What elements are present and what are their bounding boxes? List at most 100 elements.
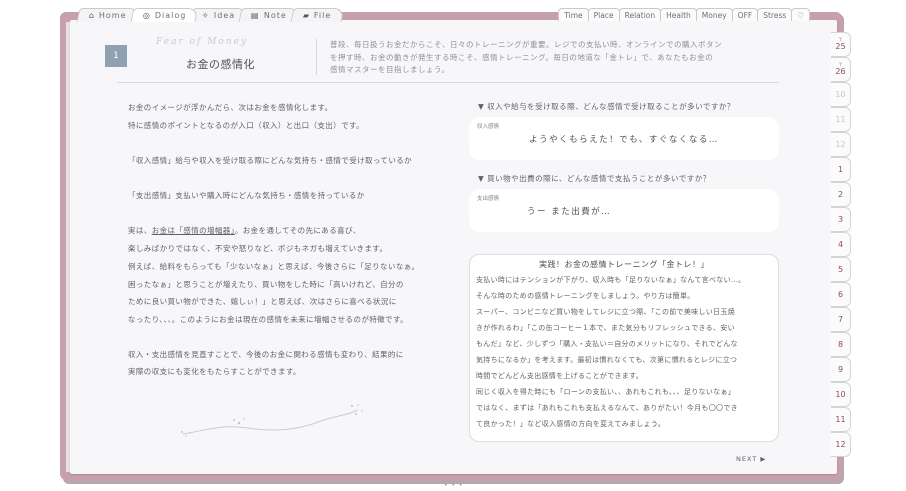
page-dots: • • • xyxy=(444,482,464,489)
expense-emotion-text: 「支出感情」支払いや購入時にどんな気持ち・感情を持っているか xyxy=(128,191,365,200)
body-text: 実は、お金は「感情の増幅器」。お金を通してその先にある喜び、 xyxy=(128,225,361,236)
index-tab[interactable]: 3 xyxy=(831,207,851,232)
header-rule xyxy=(117,82,779,83)
practice-line: ではなく、まずは「あれもこれも支払えるなんて、ありがたい！今月も〇〇でき xyxy=(476,404,738,412)
underlined-text: お金は「感情の増幅器」 xyxy=(151,226,235,235)
description-line: 感情マスターを目指しましょう。 xyxy=(330,65,450,74)
practice-line: て良かった！」など収入感情の方向を変えてみましょう。 xyxy=(476,420,666,428)
expense-answer-value: うー また出費が… xyxy=(527,207,612,217)
index-tab-label: 6 xyxy=(837,289,844,299)
index-tab-label: 11 xyxy=(835,414,846,424)
index-tab[interactable]: 8 xyxy=(831,332,851,357)
tab-off[interactable]: OFF xyxy=(731,8,759,21)
index-tab-label: 3 xyxy=(837,214,844,224)
index-tab[interactable]: 1 xyxy=(831,157,851,182)
index-tab[interactable]: Y 26 xyxy=(831,57,851,82)
page-title: お金の感情化 xyxy=(186,58,255,71)
tab-place[interactable]: Place xyxy=(587,8,620,21)
house-icon: ⌂ xyxy=(88,11,95,20)
index-tab-label: 25 xyxy=(835,42,846,51)
practice-line: 同じく収入を得た時にも「ローンの支払い、、あれもこれも、、、足りないなぁ」 xyxy=(476,388,736,396)
index-tab[interactable]: 4 xyxy=(831,232,851,257)
practice-line: スーパー、コンビニなど買い物をしてレジに立つ際、「この前で美味しい日玉焼 xyxy=(476,308,735,316)
heart-icon: ♡ xyxy=(797,10,804,20)
practice-card: 実践！お金の感情トレーニング「金トレ！」 支払い時にはテンションが下がり、収入時… xyxy=(469,254,779,442)
tab-label: Home xyxy=(98,11,127,20)
next-button[interactable]: NEXT ▶ xyxy=(736,455,766,463)
tab-heart[interactable]: ♡ xyxy=(791,8,810,21)
tab-dialog[interactable]: ◎ Dialog xyxy=(130,8,199,22)
text-span: 実は、 xyxy=(128,226,152,235)
index-tab-label: 10 xyxy=(835,389,846,399)
index-tab[interactable]: 6 xyxy=(831,282,851,307)
index-tab[interactable]: Y 25 xyxy=(831,32,851,57)
practice-title: 実践！お金の感情トレーニング「金トレ！」 xyxy=(539,260,709,269)
body-text: 例えば、給料をもらっても「少ないなぁ」と思えば、今後さらに「足りないなぁ。 xyxy=(128,262,420,271)
field-label: 支出感情 xyxy=(477,196,500,202)
income-answer-value: ようやくもらえた！でも、すぐなくなる… xyxy=(529,135,719,145)
tab-label: Note xyxy=(263,11,287,20)
index-tab[interactable]: 9 xyxy=(831,357,851,382)
body-text: 困ったなぁ」と思うことが増えたり、買い物をした時に「高いけれど、自分の xyxy=(128,280,404,289)
category-tabs: Time Place Relation Health Money OFF Str… xyxy=(558,8,810,21)
expense-question: ▼ 買い物や出費の際に、どんな感情で支払うことが多いですか？ xyxy=(478,174,711,183)
folder-icon: ▰ xyxy=(302,11,310,20)
body-text: お金のイメージが浮かんだら、次はお金を感情化します。 xyxy=(128,103,333,112)
index-tab[interactable]: 12 xyxy=(831,432,851,457)
index-tab[interactable]: 10 xyxy=(831,382,851,407)
index-tab-label: 11 xyxy=(835,114,846,124)
expense-answer-field[interactable]: 支出感情 うー また出費が… xyxy=(469,189,779,232)
tab-money[interactable]: Money xyxy=(695,8,733,21)
tab-label: File xyxy=(313,11,332,20)
practice-line: 気持ちになるか」を考えます。最初は慣れなくても、次第に慣れるとレジに立つ xyxy=(476,356,738,364)
index-tab[interactable]: 10 xyxy=(831,82,851,107)
description-line: 普段、毎日扱うお金だからこそ、日々のトレーニングが重要。レジでの支払い時、オンラ… xyxy=(330,40,722,49)
field-label: 収入感情 xyxy=(477,124,500,130)
tab-stress[interactable]: Stress xyxy=(757,8,793,21)
index-tab-label: 26 xyxy=(835,67,846,76)
index-tab[interactable]: 11 xyxy=(831,107,851,132)
index-tab[interactable]: 11 xyxy=(831,407,851,432)
body-text: 特に感情のポイントとなるのが入口（収入）と出口（支出）です。 xyxy=(128,121,365,130)
sparkle-flourish xyxy=(181,404,363,437)
income-answer-field[interactable]: 収入感情 ようやくもらえた！でも、すぐなくなる… xyxy=(469,117,779,160)
practice-line: そんな時のための感情トレーニングをしましょう。やり方は簡単。 xyxy=(476,292,695,300)
month-index: Y 25 Y 26 10 11 12 1 2 3 4 5 6 7 8 9 10 11 12 xyxy=(831,32,853,457)
tab-relation[interactable]: Relation xyxy=(618,8,662,21)
script-title: Fear of Money xyxy=(156,37,249,47)
practice-line: もんだ」など、少しずつ「購入・支払い＝自分のメリットになり、それでどんな xyxy=(476,340,738,348)
tab-health[interactable]: Health xyxy=(660,8,697,21)
index-tab-label: 7 xyxy=(837,314,844,324)
lightbulb-icon: ✧ xyxy=(202,11,210,20)
tab-file[interactable]: ▰ File xyxy=(290,8,344,22)
index-tab-label: 2 xyxy=(837,189,844,199)
index-tab[interactable]: 5 xyxy=(831,257,851,282)
tab-label: Dialog xyxy=(154,11,187,20)
practice-line: きが作れるわ」「この缶コーヒー１本で、また気分もリフレッシュできる、安い xyxy=(476,324,735,332)
header-divider xyxy=(316,39,317,75)
tab-time[interactable]: Time xyxy=(558,8,589,21)
description-line: を押す時、お金の動きが発生する時こそ、感情トレーニング。毎日の地道な「金トレ」で… xyxy=(330,52,714,62)
index-tab-label: 10 xyxy=(835,89,846,99)
body-text: 収入・支出感情を見直すことで、今後のお金に関わる感情も変わり、結果的に xyxy=(128,350,404,359)
index-tab[interactable]: 7 xyxy=(831,307,851,332)
target-icon: ◎ xyxy=(142,11,151,20)
practice-line: 支払い時にはテンションが下がり、収入時も「足りないなぁ」なんて言べない…。 xyxy=(476,276,746,284)
income-question: ▼ 収入や給与を受け取る際、どんな感情で受け取ることが多いですか？ xyxy=(478,102,735,111)
index-tab[interactable]: 2 xyxy=(831,182,851,207)
index-tab-label: 1 xyxy=(837,164,844,174)
body-text: 楽しみばかりではなく、不安や怒りなど、ポジもネガも増えていきます。 xyxy=(128,244,388,253)
index-tab-label: 12 xyxy=(835,139,846,149)
index-tab-label: 12 xyxy=(835,439,846,449)
index-tab[interactable]: 12 xyxy=(831,132,851,157)
income-emotion-text: 「収入感情」給与や収入を受け取る際にどんな気持ち・感情で受け取っているか xyxy=(128,156,413,165)
section-number: 1 xyxy=(105,45,127,67)
body-text: なったり、、、。このようにお金は現在の感情を未来に増幅させるのが特徴です。 xyxy=(128,315,408,324)
index-tab-label: 4 xyxy=(837,239,844,249)
body-text: 実際の収支にも変化をもたらすことができます。 xyxy=(128,367,301,376)
tab-label: Idea xyxy=(213,11,236,20)
index-tab-label: 9 xyxy=(837,364,844,374)
main-nav-tabs: ⌂ Home ◎ Dialog ✧ Idea ▤ Note ▰ File xyxy=(76,8,344,22)
notepad-icon: ▤ xyxy=(251,11,260,20)
index-tab-label: 8 xyxy=(837,339,844,349)
